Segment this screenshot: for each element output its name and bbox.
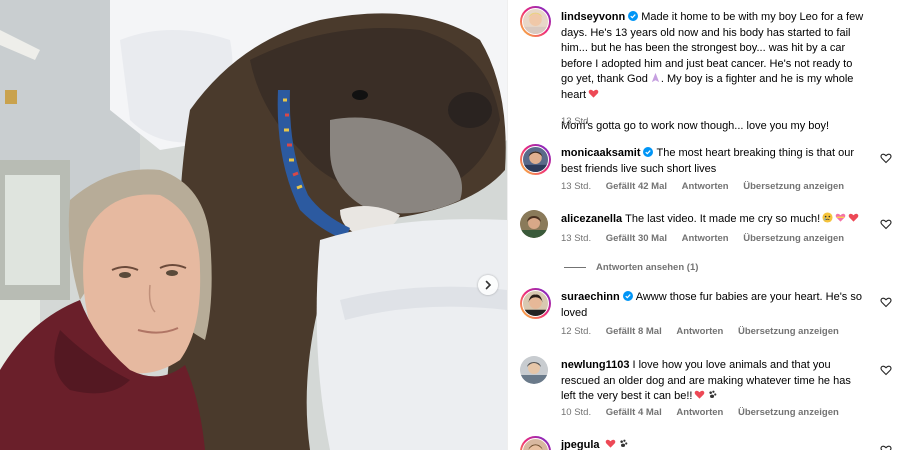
paw-prints-icon [709,390,717,398]
reply-button[interactable]: Antworten [676,407,723,418]
avatar[interactable] [520,6,551,37]
comment-item: alicezanella The last video. It made me c… [520,210,892,254]
crying-face-icon [822,212,833,223]
comment-item: suraechinn Awww those fur babies are your… [520,288,892,344]
view-replies-label: Antworten ansehen (1) [596,262,699,273]
pink-heart-icon [848,213,859,222]
reply-button[interactable]: Antworten [682,233,729,244]
avatar[interactable] [520,436,551,450]
translate-button[interactable]: Übersetzung anzeigen [743,233,844,244]
comment-time: 10 Std. [561,407,592,418]
comment-username[interactable]: suraechinn [561,291,620,303]
praying-hands-icon [651,72,660,83]
verified-badge-icon [643,147,654,157]
comment-text: The last video. It made me cry so much! [625,213,821,225]
reply-button[interactable]: Antworten [682,181,729,192]
heart-outline-icon[interactable] [880,364,892,376]
red-heart-icon [695,390,705,399]
chevron-right-icon [485,280,492,290]
translate-button[interactable]: Übersetzung anzeigen [738,326,839,337]
caption-username[interactable]: lindseyvonn [561,11,625,23]
paw-prints-icon [619,439,627,447]
post-caption: lindseyvonn Made it home to be with my bo… [520,6,892,136]
caption-time: 13 Std. [561,116,592,127]
avatar[interactable] [520,356,548,384]
red-heart-icon [605,439,615,448]
photo-image [0,0,507,450]
replies-divider [564,267,586,268]
comment-time: 13 Std. [561,181,592,192]
caption-text-end: Mom's gotta go to work now though... lov… [561,120,830,132]
red-heart-icon [588,89,599,98]
reply-button[interactable]: Antworten [676,326,723,337]
comment-username[interactable]: alicezanella [561,213,622,225]
comment-item: newlung1103 I love how you love animals a… [520,356,892,426]
verified-badge-icon [628,11,639,21]
translate-button[interactable]: Übersetzung anzeigen [738,407,839,418]
comment-username[interactable]: monicaaksamit [561,147,640,159]
verified-badge-icon [622,291,633,301]
translate-button[interactable]: Übersetzung anzeigen [743,181,844,192]
comment-item: monicaaksamit The most heart breaking thi… [520,144,892,200]
avatar[interactable] [520,288,551,319]
heart-outline-icon[interactable] [880,218,892,230]
post-photo [0,0,507,450]
comment-username[interactable]: newlung1103 [561,359,629,371]
like-count[interactable]: Gefällt 30 Mal [606,233,667,244]
comment-time: 13 Std. [561,233,592,244]
avatar[interactable] [520,144,551,175]
comment-time: 12 Std. [561,326,592,337]
heart-ribbon-icon [835,213,846,222]
heart-outline-icon[interactable] [880,152,892,164]
next-image-button[interactable] [478,275,498,295]
comments-panel[interactable]: lindseyvonn Made it home to be with my bo… [507,0,900,450]
view-replies-button[interactable]: Antworten ansehen (1) [564,262,698,273]
like-count[interactable]: Gefällt 8 Mal [606,326,662,337]
heart-outline-icon[interactable] [880,444,892,450]
heart-outline-icon[interactable] [880,296,892,308]
avatar[interactable] [520,210,548,238]
like-count[interactable]: Gefällt 4 Mal [606,407,662,418]
like-count[interactable]: Gefällt 42 Mal [606,181,667,192]
comment-username[interactable]: jpegula [561,439,600,450]
comment-item: jpegula [520,436,892,450]
